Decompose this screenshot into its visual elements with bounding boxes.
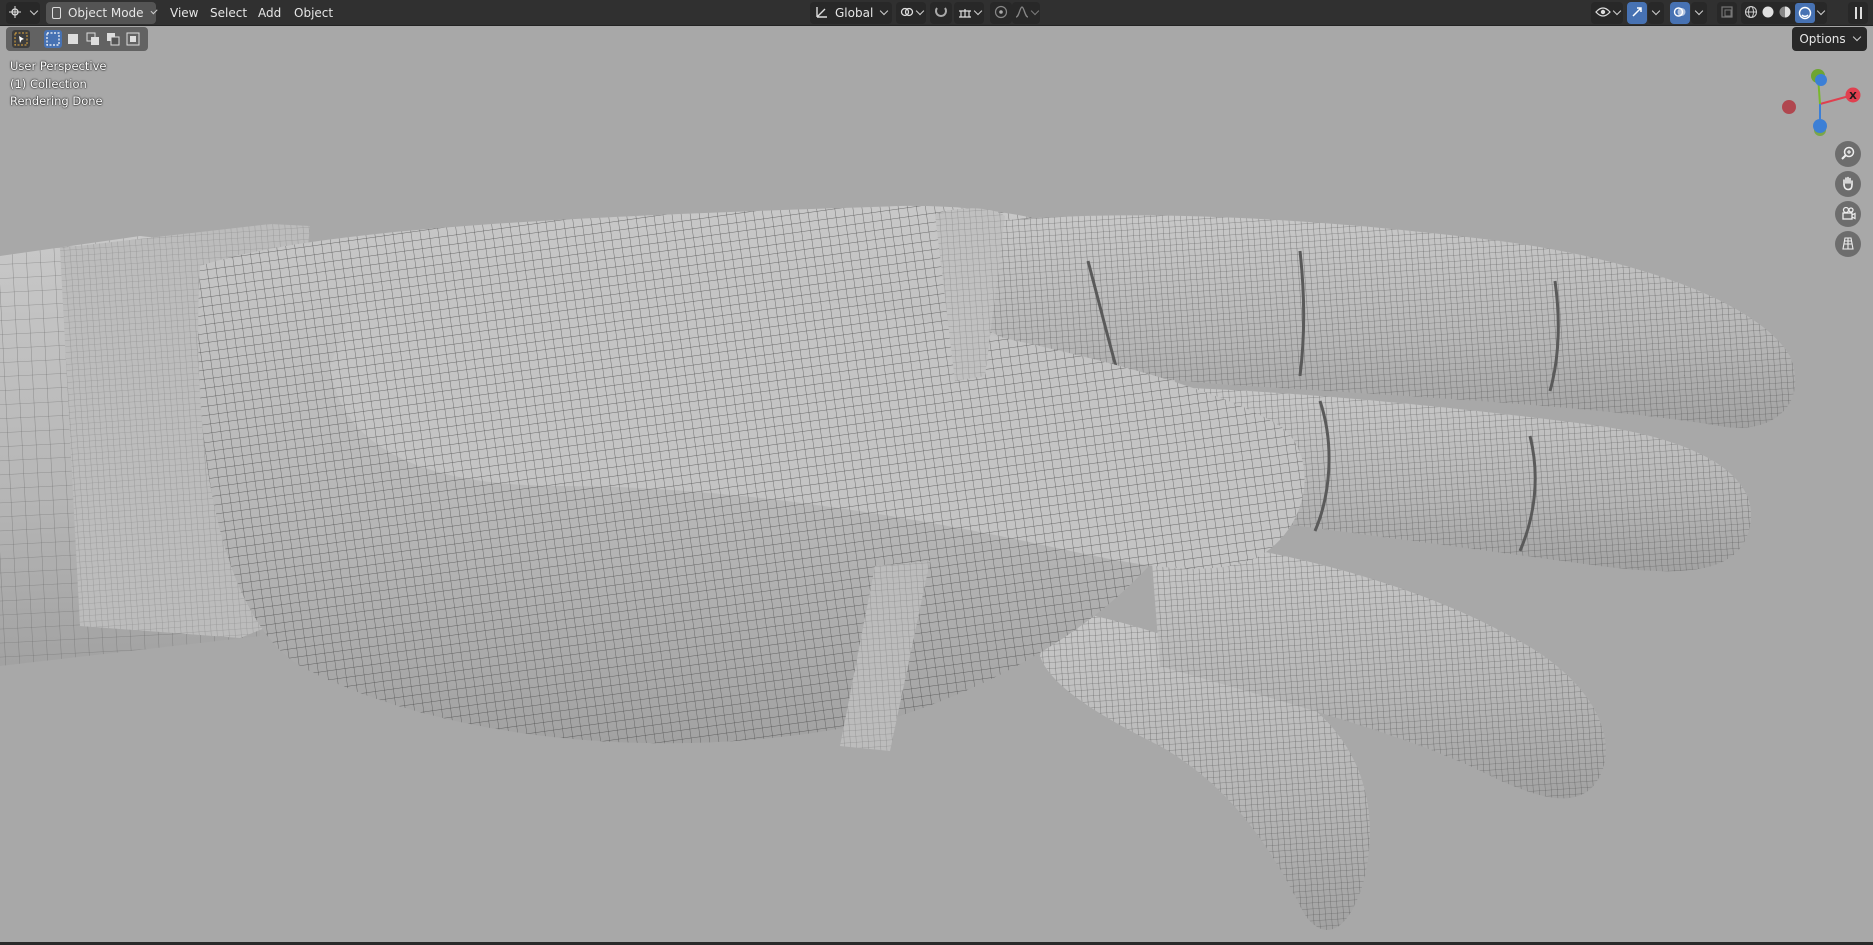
- menu-object[interactable]: Object: [287, 2, 340, 24]
- orientation-label: Global: [835, 6, 874, 20]
- hand-pan-icon: [1840, 175, 1856, 194]
- header-collapse-button[interactable]: [1848, 2, 1868, 24]
- camera-icon: [1840, 205, 1856, 224]
- axis-neg-z-handle[interactable]: [1813, 119, 1827, 133]
- select-box-icon[interactable]: [44, 30, 62, 48]
- snap-toggle[interactable]: [930, 2, 952, 24]
- zoom-button[interactable]: [1835, 141, 1861, 167]
- transform-orientation-dropdown[interactable]: Global: [810, 2, 892, 24]
- proportional-edit-icon: [994, 5, 1008, 22]
- material-shading-icon[interactable]: [1778, 5, 1792, 22]
- pan-button[interactable]: [1835, 171, 1861, 197]
- menu-select[interactable]: Select: [203, 2, 254, 24]
- pivot-point-icon: [900, 5, 914, 22]
- gizmo-icon: [1630, 5, 1644, 22]
- pause-icon: [1854, 7, 1862, 19]
- ortho-toggle-button[interactable]: [1835, 231, 1861, 257]
- axis-z-handle[interactable]: [1815, 74, 1827, 86]
- shading-mode-group: [1741, 2, 1827, 24]
- hand-mesh-render: [0, 205, 1796, 930]
- falloff-curve-icon: [1015, 5, 1029, 22]
- overlay-dropdown[interactable]: [1691, 2, 1707, 24]
- mode-label: Object Mode: [67, 6, 144, 20]
- xray-toggle[interactable]: [1717, 2, 1737, 24]
- editor-type-button[interactable]: [6, 2, 40, 24]
- tool-settings-bar: [6, 27, 148, 51]
- select-invert-icon[interactable]: [124, 30, 142, 48]
- viewport-header: Object Mode View Select Add Object Globa…: [0, 0, 1873, 26]
- axis-neg-x-handle[interactable]: [1782, 100, 1796, 114]
- falloff-dropdown[interactable]: [1012, 2, 1040, 24]
- snap-target-dropdown[interactable]: [954, 2, 984, 24]
- snap-increment-icon: [958, 5, 972, 22]
- pivot-point-dropdown[interactable]: [896, 2, 926, 24]
- wireframe-shading-icon[interactable]: [1744, 5, 1758, 22]
- gizmo-toggle[interactable]: [1627, 2, 1647, 24]
- select-subtract-icon[interactable]: [104, 30, 122, 48]
- options-dropdown[interactable]: Options: [1792, 27, 1867, 51]
- menu-view[interactable]: View: [163, 2, 205, 24]
- proportional-edit-toggle[interactable]: [990, 2, 1012, 24]
- overlay-toggle[interactable]: [1670, 2, 1690, 24]
- gizmo-dropdown[interactable]: [1648, 2, 1664, 24]
- 3d-viewport-icon: [9, 5, 25, 22]
- zoom-icon: [1840, 145, 1856, 164]
- view-perspective-label: User Perspective: [10, 59, 107, 73]
- xray-icon: [1720, 5, 1734, 22]
- visibility-dropdown[interactable]: [1591, 2, 1623, 24]
- overlay-icon: [1673, 5, 1687, 22]
- render-status-label: Rendering Done: [10, 94, 103, 108]
- cursor-tool-icon[interactable]: [12, 30, 30, 48]
- camera-view-button[interactable]: [1835, 201, 1861, 227]
- 3d-viewport[interactable]: User Perspective (1) Collection Renderin…: [0, 26, 1873, 945]
- axis-x-label: X: [1849, 91, 1857, 102]
- menu-add[interactable]: Add: [251, 2, 288, 24]
- snap-magnet-icon: [934, 5, 948, 22]
- grid-ortho-icon: [1840, 235, 1856, 254]
- options-label: Options: [1799, 32, 1846, 46]
- solid-shading-icon[interactable]: [1761, 5, 1775, 22]
- orientation-global-icon: [815, 5, 829, 22]
- navigation-axis-gizmo[interactable]: X: [1772, 62, 1862, 142]
- object-mode-icon: [52, 7, 61, 19]
- select-extend-icon[interactable]: [84, 30, 102, 48]
- eye-icon: [1594, 6, 1611, 21]
- rendered-shading-icon[interactable]: [1794, 3, 1815, 23]
- mode-selector[interactable]: Object Mode: [46, 2, 158, 24]
- select-new-icon[interactable]: [64, 30, 82, 48]
- collection-label: (1) Collection: [10, 77, 87, 91]
